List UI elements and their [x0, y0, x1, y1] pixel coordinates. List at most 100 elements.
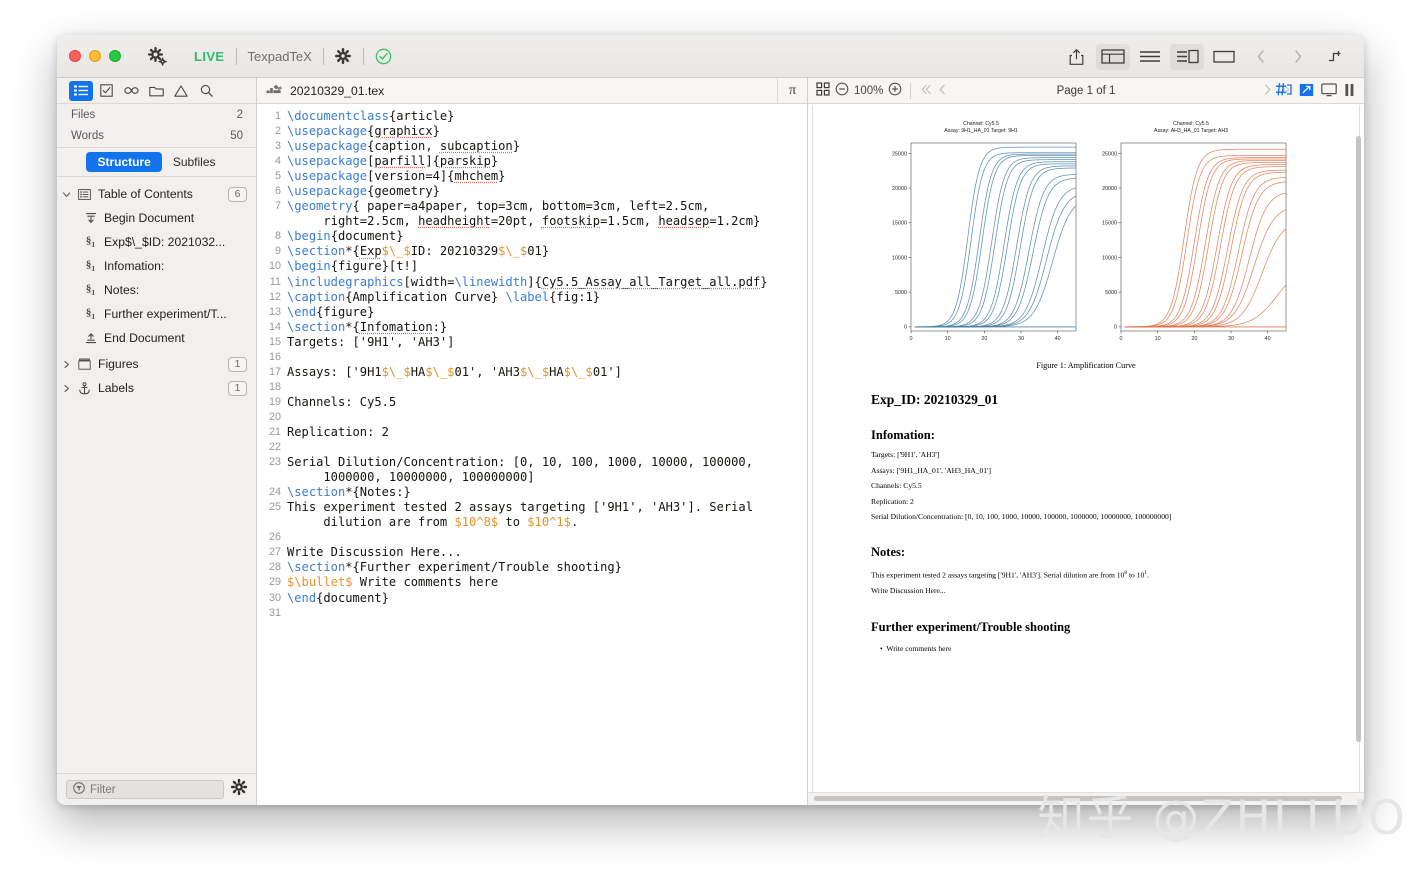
- line-source[interactable]: \documentclass{article}: [287, 109, 807, 124]
- line-source[interactable]: \end{figure}: [287, 305, 807, 320]
- thumbnails-grid-icon[interactable]: [816, 82, 830, 99]
- zoom-in-icon[interactable]: [888, 82, 902, 99]
- pi-icon[interactable]: π: [777, 77, 807, 104]
- presentation-icon[interactable]: [1321, 82, 1337, 100]
- tree-item-exp-id[interactable]: §1 Exp$\_$ID: 2021032...: [57, 230, 256, 254]
- tab-subfiles[interactable]: Subfiles: [162, 152, 227, 172]
- line-source[interactable]: [287, 410, 807, 425]
- code-line[interactable]: 30 \end{document}: [257, 591, 807, 606]
- line-source[interactable]: \usepackage{caption, subcaption}: [287, 139, 807, 154]
- pdf-zoom-level[interactable]: 100%: [854, 85, 883, 97]
- line-source[interactable]: \section*{Infomation:}: [287, 320, 807, 335]
- layout-sidebar-icon[interactable]: [1096, 43, 1130, 70]
- code-line[interactable]: 19 Channels: Cy5.5: [257, 395, 807, 410]
- tab-20210329-01-tex[interactable]: 20210329_01.tex: [257, 82, 777, 99]
- line-source[interactable]: [287, 380, 807, 395]
- sync-source-icon[interactable]: [1275, 82, 1292, 100]
- chevron-left-icon[interactable]: [1244, 44, 1278, 70]
- line-source[interactable]: \begin{document}: [287, 229, 807, 244]
- code-editor[interactable]: 1 \documentclass{article} 2 \usepackage{gra…: [257, 104, 807, 805]
- todo-checkbox-icon[interactable]: [94, 81, 118, 101]
- line-source[interactable]: Write Discussion Here...: [287, 545, 807, 560]
- tab-structure[interactable]: Structure: [86, 152, 162, 172]
- minimize-window-button[interactable]: [89, 50, 101, 62]
- prev-page-icon[interactable]: [937, 83, 948, 99]
- code-line[interactable]: 18: [257, 380, 807, 395]
- code-line[interactable]: 10 \begin{figure}[t!]: [257, 259, 807, 274]
- first-page-icon[interactable]: [919, 83, 932, 99]
- code-line[interactable]: 5 \usepackage[version=4]{mhchem}: [257, 169, 807, 184]
- layout-single-icon[interactable]: [1207, 44, 1241, 70]
- line-source[interactable]: Serial Dilution/Concentration: [0, 10, 1…: [287, 455, 807, 485]
- code-line[interactable]: 28 \section*{Further experiment/Trouble s…: [257, 560, 807, 575]
- check-circle-icon[interactable]: [375, 48, 392, 65]
- chevron-right-icon[interactable]: [57, 384, 75, 393]
- tex-engine-label[interactable]: TexpadTeX: [248, 49, 312, 64]
- code-line[interactable]: 8 \begin{document}: [257, 229, 807, 244]
- expand-window-icon[interactable]: [1299, 83, 1314, 100]
- tree-item-figures[interactable]: Figures 1: [57, 352, 256, 376]
- code-line[interactable]: 31: [257, 606, 807, 621]
- line-source[interactable]: Assays: ['9H1$\_$HA$\_$01', 'AH3$\_$HA$\…: [287, 365, 807, 380]
- pdf-vertical-scrollbar[interactable]: [1356, 136, 1361, 742]
- code-line[interactable]: 9 \section*{Exp$\_$ID: 20210329$\_$01}: [257, 244, 807, 259]
- line-source[interactable]: \geometry{ paper=a4paper, top=3cm, botto…: [287, 199, 807, 229]
- infinity-icon[interactable]: [119, 81, 143, 101]
- folder-icon[interactable]: [144, 81, 168, 101]
- code-line[interactable]: 25 This experiment tested 2 assays target…: [257, 500, 807, 530]
- line-source[interactable]: \usepackage[version=4]{mhchem}: [287, 169, 807, 184]
- code-line[interactable]: 14 \section*{Infomation:}: [257, 320, 807, 335]
- line-source[interactable]: Replication: 2: [287, 425, 807, 440]
- line-source[interactable]: \caption{Amplification Curve} \label{fig…: [287, 290, 807, 305]
- close-window-button[interactable]: [69, 50, 81, 62]
- line-source[interactable]: \end{document}: [287, 591, 807, 606]
- line-source[interactable]: \section*{Further experiment/Trouble sho…: [287, 560, 807, 575]
- code-line[interactable]: 2 \usepackage{graphicx}: [257, 124, 807, 139]
- line-source[interactable]: [287, 530, 807, 545]
- line-source[interactable]: Targets: ['9H1', 'AH3']: [287, 335, 807, 350]
- chevron-right-icon[interactable]: [1281, 44, 1315, 70]
- code-line[interactable]: 11 \includegraphics[width=\linewidth]{Cy5…: [257, 275, 807, 290]
- code-line[interactable]: 12 \caption{Amplification Curve} \label{f…: [257, 290, 807, 305]
- sidebar-settings-gear-icon[interactable]: [230, 778, 248, 800]
- outline-list-icon[interactable]: [69, 80, 93, 101]
- line-source[interactable]: \includegraphics[width=\linewidth]{Cy5.5…: [287, 275, 807, 290]
- code-line[interactable]: 7 \geometry{ paper=a4paper, top=3cm, bott…: [257, 199, 807, 229]
- code-line[interactable]: 17 Assays: ['9H1$\_$HA$\_$01', 'AH3$\_$HA…: [257, 365, 807, 380]
- line-source[interactable]: \section*{Notes:}: [287, 485, 807, 500]
- pause-icon[interactable]: [1344, 83, 1355, 100]
- line-source[interactable]: \usepackage[parfill]{parskip}: [287, 154, 807, 169]
- tree-item-infomation[interactable]: §1 Infomation:: [57, 254, 256, 278]
- warning-triangle-icon[interactable]: [169, 81, 193, 101]
- line-source[interactable]: [287, 606, 807, 621]
- code-line[interactable]: 20: [257, 410, 807, 425]
- code-line[interactable]: 26: [257, 530, 807, 545]
- filter-input[interactable]: Filter: [66, 780, 224, 799]
- chevron-down-icon[interactable]: [57, 190, 75, 199]
- layout-lines-icon[interactable]: [1133, 44, 1167, 70]
- code-line[interactable]: 3 \usepackage{caption, subcaption}: [257, 139, 807, 154]
- line-source[interactable]: Channels: Cy5.5: [287, 395, 807, 410]
- tree-item-end-document[interactable]: End Document: [57, 326, 256, 350]
- line-source[interactable]: \begin{figure}[t!]: [287, 259, 807, 274]
- tree-item-table-of-contents[interactable]: Table of Contents 6: [57, 182, 256, 206]
- layout-split-icon[interactable]: [1170, 43, 1204, 70]
- tree-item-notes[interactable]: §1 Notes:: [57, 278, 256, 302]
- gear-icon[interactable]: [148, 46, 167, 66]
- line-source[interactable]: [287, 440, 807, 455]
- code-line[interactable]: 6 \usepackage{geometry}: [257, 184, 807, 199]
- code-line[interactable]: 15 Targets: ['9H1', 'AH3']: [257, 335, 807, 350]
- pdf-scroll-area[interactable]: Channel: Cy5.5 Assay: 9H1_HA_01 Target: …: [808, 104, 1364, 805]
- code-line[interactable]: 21 Replication: 2: [257, 425, 807, 440]
- chevron-right-icon[interactable]: [57, 360, 75, 369]
- search-icon[interactable]: [194, 81, 218, 101]
- tree-item-further-experiment[interactable]: §1 Further experiment/T...: [57, 302, 256, 326]
- line-source[interactable]: \section*{Exp$\_$ID: 20210329$\_$01}: [287, 244, 807, 259]
- pdf-horizontal-scrollbar-thumb[interactable]: [814, 796, 1342, 801]
- code-line[interactable]: 29 $\bullet$ Write comments here: [257, 575, 807, 590]
- line-source[interactable]: \usepackage{graphicx}: [287, 124, 807, 139]
- code-line[interactable]: 16: [257, 350, 807, 365]
- tree-item-labels[interactable]: Labels 1: [57, 376, 256, 400]
- next-page-icon[interactable]: [1262, 83, 1273, 99]
- code-line[interactable]: 13 \end{figure}: [257, 305, 807, 320]
